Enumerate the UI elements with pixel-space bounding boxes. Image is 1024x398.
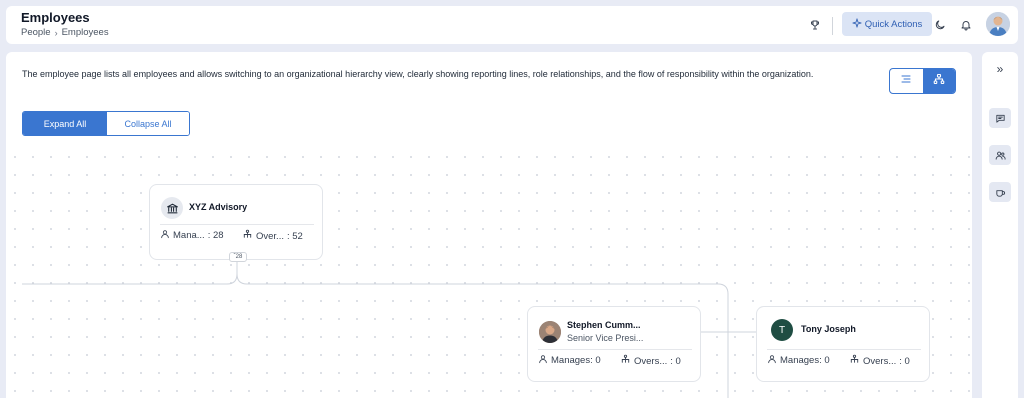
expand-collapse-group: Expand All Collapse All [22, 111, 190, 136]
page-title: Employees [21, 10, 90, 25]
manages-label: Manages: 0 [551, 355, 601, 366]
oversees-label: Overs... [863, 355, 897, 367]
children-count-badge[interactable]: ˆ 28 [229, 252, 247, 262]
employee-name: Stephen Cumm... [567, 320, 641, 330]
list-icon [900, 72, 912, 90]
org-node-root[interactable]: XYZ Advisory Mana... : 28 Over... : 52 [149, 184, 323, 260]
coffee-icon[interactable] [989, 182, 1011, 202]
manages-stat: Manages: 0 [538, 354, 601, 367]
right-rail: » [982, 52, 1018, 398]
hierarchy-view-button[interactable] [922, 69, 955, 93]
header-divider [832, 17, 833, 35]
user-icon [767, 354, 777, 367]
quick-actions-label: Quick Actions [864, 18, 923, 30]
sparkle-icon [852, 17, 862, 31]
node-divider [538, 349, 692, 350]
user-icon [538, 354, 548, 367]
oversees-value: : 0 [899, 355, 910, 367]
org-node-name: XYZ Advisory [189, 202, 248, 212]
user-icon [160, 229, 170, 242]
node-divider [160, 224, 314, 225]
chevron-right-icon: › [54, 27, 58, 38]
bell-icon[interactable] [958, 17, 974, 33]
oversees-stat: Overs... : 0 [620, 354, 681, 368]
users-icon[interactable] [989, 145, 1011, 165]
breadcrumb: People › Employees [21, 27, 109, 38]
employee-role: Senior Vice Presi... [567, 333, 644, 343]
oversees-value: : 52 [286, 230, 303, 242]
hierarchy-icon [933, 72, 945, 90]
breadcrumb-employees: Employees [61, 27, 109, 38]
moon-icon[interactable] [932, 17, 948, 33]
employee-avatar: T [771, 319, 793, 341]
top-header: Employees People › Employees Quick Actio… [6, 6, 1018, 44]
page-description: The employee page lists all employees an… [22, 69, 814, 79]
hierarchy-icon [620, 354, 631, 368]
expand-all-button[interactable]: Expand All [23, 112, 107, 135]
employee-avatar [539, 321, 561, 343]
list-view-button[interactable] [890, 69, 923, 93]
quick-actions-button[interactable]: Quick Actions [842, 12, 932, 36]
hierarchy-icon [242, 229, 253, 243]
hierarchy-icon [849, 354, 860, 368]
node-divider [767, 349, 921, 350]
message-icon[interactable] [989, 108, 1011, 128]
employee-name: Tony Joseph [801, 324, 856, 334]
manages-value: : 28 [207, 230, 224, 241]
manages-label: Mana... [173, 230, 205, 241]
view-toggle [889, 68, 956, 94]
user-avatar[interactable] [986, 12, 1010, 36]
oversees-value: : 0 [670, 355, 681, 367]
trophy-icon[interactable] [807, 17, 823, 33]
org-node-employee[interactable]: Stephen Cumm... Senior Vice Presi... Man… [527, 306, 701, 382]
oversees-label: Over... [256, 230, 284, 242]
main-panel: The employee page lists all employees an… [6, 52, 972, 398]
bank-icon [161, 197, 183, 219]
manages-stat: Mana... : 28 [160, 229, 224, 242]
oversees-label: Overs... [634, 355, 668, 367]
org-chart-canvas[interactable]: XYZ Advisory Mana... : 28 Over... : 52 ˆ… [6, 148, 972, 398]
manages-stat: Manages: 0 [767, 354, 830, 367]
oversees-stat: Overs... : 0 [849, 354, 910, 368]
manages-label: Manages: 0 [780, 355, 830, 366]
chevrons-right-icon[interactable]: » [991, 62, 1009, 76]
oversees-stat: Over... : 52 [242, 229, 303, 243]
collapse-all-button[interactable]: Collapse All [107, 112, 189, 135]
children-count: 28 [235, 254, 243, 260]
breadcrumb-people[interactable]: People [21, 27, 51, 38]
org-node-employee[interactable]: T Tony Joseph Manages: 0 Overs... : 0 [756, 306, 930, 382]
